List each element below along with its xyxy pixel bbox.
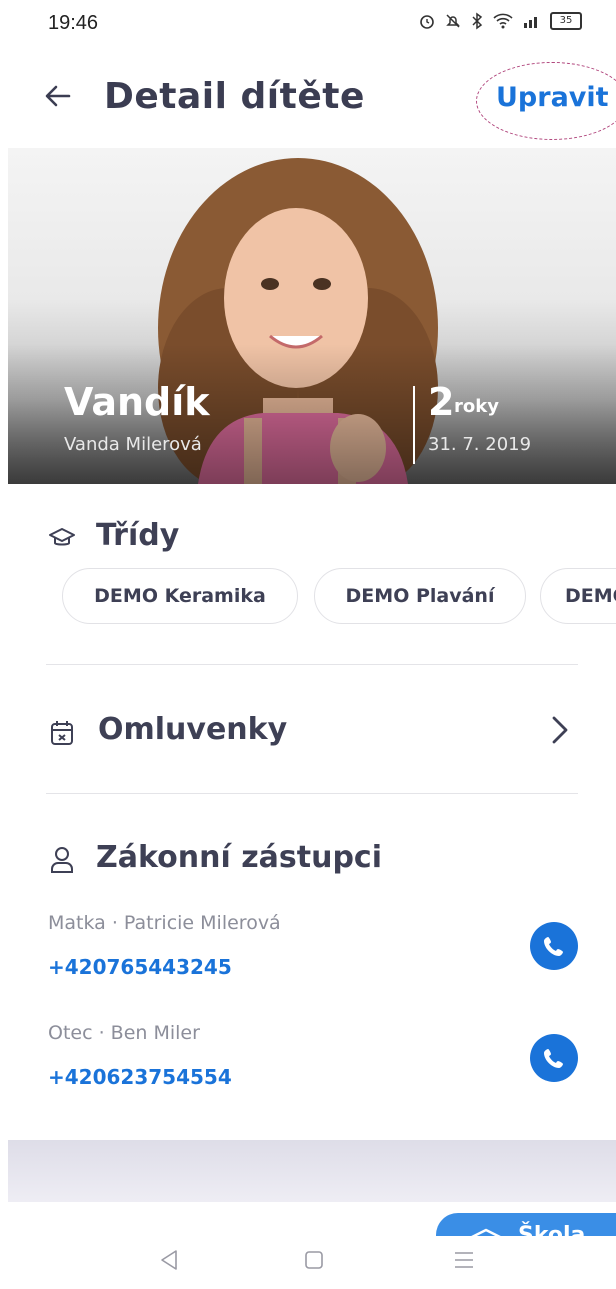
child-age-unit: roky [454, 396, 499, 417]
phone-icon [544, 937, 563, 956]
mute-icon [446, 14, 460, 28]
status-icons: 35 [418, 12, 582, 30]
absences-row[interactable]: Omluvenky [46, 690, 578, 774]
battery-icon: 35 [550, 12, 582, 30]
call-button[interactable] [530, 1034, 578, 1082]
classes-title: Třídy [96, 518, 180, 553]
signal-icon [524, 17, 537, 28]
class-chip[interactable]: DEMO [540, 568, 616, 624]
child-nickname: Vandík [64, 380, 210, 424]
phone-icon [544, 1049, 563, 1068]
edit-button[interactable]: Upravit [476, 62, 616, 140]
call-button[interactable] [530, 922, 578, 970]
arrow-left-icon [45, 85, 71, 107]
calendar-icon [51, 721, 73, 745]
status-bar: 19:46 35 [0, 0, 616, 50]
nav-back-icon[interactable] [158, 1248, 180, 1272]
child-age-number: 2 [428, 380, 455, 424]
child-hero: Vandík Vanda Milerová 2 roky 31. 7. 2019 [8, 148, 616, 484]
child-birth-date: 31. 7. 2019 [428, 434, 532, 455]
guardian-label: Otec · Ben Miler [48, 1022, 200, 1044]
divider [46, 793, 578, 794]
alarm-icon [420, 15, 434, 29]
child-full-name: Vanda Milerová [64, 434, 202, 455]
classes-chip-list[interactable]: DEMO Keramika DEMO Plavání DEMO [62, 568, 616, 628]
nav-menu-icon[interactable] [452, 1248, 476, 1272]
hero-divider [413, 386, 415, 464]
bluetooth-icon [472, 12, 483, 30]
system-nav-bar [0, 1236, 616, 1289]
divider [46, 664, 578, 665]
status-time: 19:46 [48, 12, 99, 34]
nav-home-icon[interactable] [303, 1248, 325, 1272]
edit-label: Upravit [496, 82, 609, 113]
wifi-icon [493, 13, 513, 29]
absences-title: Omluvenky [98, 712, 288, 747]
chevron-right-icon [552, 716, 568, 744]
guardian-phone[interactable]: +420623754554 [48, 1065, 232, 1089]
card-shadow [8, 1140, 616, 1202]
app-header: Detail dítěte Upravit [0, 50, 616, 148]
graduation-cap-icon [49, 528, 75, 546]
back-button[interactable] [38, 76, 78, 116]
person-icon [51, 847, 73, 873]
guardian-label: Matka · Patricie Milerová [48, 912, 281, 934]
guardian-phone[interactable]: +420765443245 [48, 955, 232, 979]
class-chip[interactable]: DEMO Plavání [314, 568, 526, 624]
class-chip[interactable]: DEMO Keramika [62, 568, 298, 624]
guardians-title: Zákonní zástupci [96, 840, 382, 875]
page-title: Detail dítěte [104, 76, 365, 117]
